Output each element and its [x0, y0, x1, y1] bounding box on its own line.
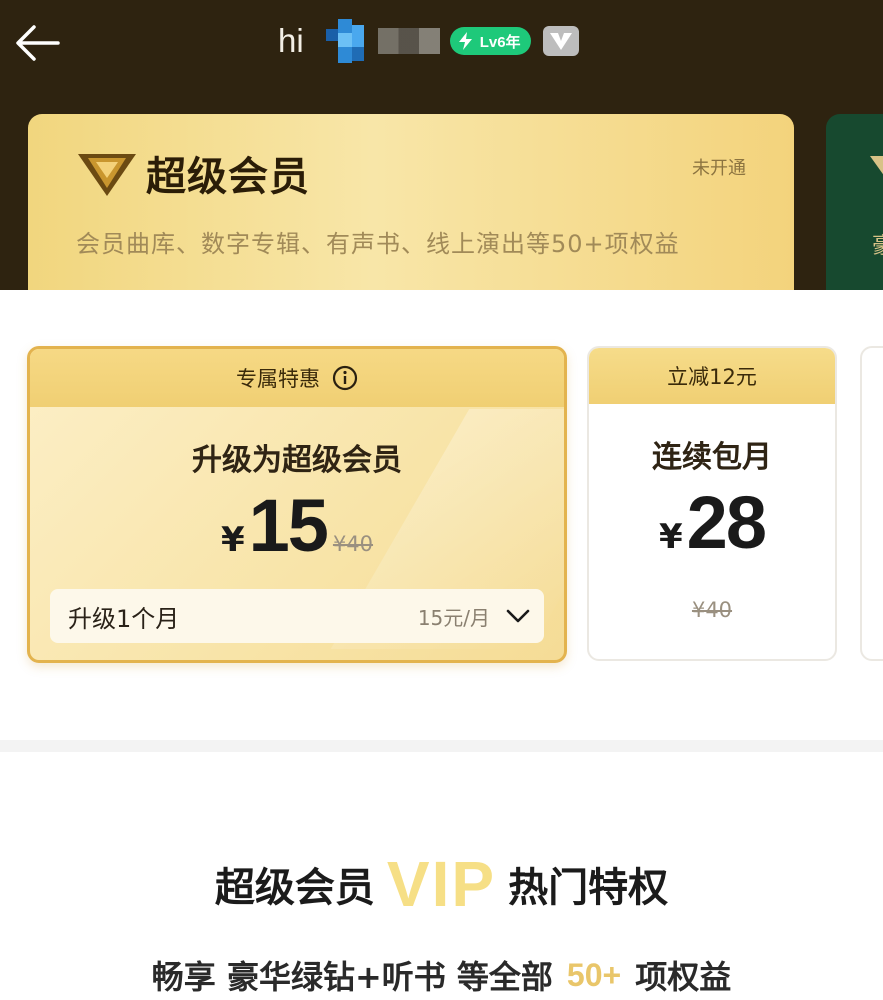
plan-ribbon: 专属特惠	[30, 349, 564, 407]
privileges-title: 超级会员 VIP 热门特权	[0, 852, 883, 916]
level-badge[interactable]: Lv6年	[449, 27, 531, 55]
plan-card-upgrade[interactable]: 专属特惠 升级为超级会员 ¥ 15 ¥40 升级1个月 15元/月	[27, 346, 567, 663]
vip-card-description: 会员曲库、数字专辑、有声书、线上演出等50+项权益	[76, 230, 680, 258]
info-icon[interactable]	[332, 365, 358, 391]
plan-price: 15	[248, 484, 329, 567]
card-logo-icon	[870, 156, 883, 175]
privileges-subtitle: 畅享 豪华绿钻+听书 等全部 50+ 项权益	[0, 952, 883, 998]
duration-select[interactable]: 升级1个月 15元/月	[50, 589, 544, 643]
ribbon-label: 立减12元	[667, 365, 757, 389]
vip-status: 未开通	[692, 158, 746, 179]
privileges-title-left: 超级会员	[214, 865, 375, 911]
plan-price: 28	[686, 481, 767, 564]
original-price: ¥40	[332, 532, 374, 556]
avatar[interactable]	[325, 19, 370, 63]
privileges-title-vip: VIP	[386, 848, 497, 920]
vip-card-title: 超级会员	[146, 154, 310, 200]
ribbon-label: 专属特惠	[236, 367, 320, 391]
plan-card-next[interactable]	[860, 346, 883, 661]
plan-ribbon: 立减12元	[589, 348, 835, 404]
chevron-down-icon	[506, 609, 530, 623]
currency-symbol: ¥	[220, 520, 245, 560]
level-text: Lv6年	[479, 33, 521, 51]
monthly-rate: 15元/月	[417, 605, 490, 630]
duration-label: 升级1个月	[68, 604, 180, 633]
back-button[interactable]	[12, 18, 62, 68]
bolt-icon	[458, 32, 472, 50]
next-vip-card[interactable]: 豪	[826, 114, 883, 290]
crown-v-icon	[78, 154, 136, 196]
privileges-subtitle-right: 项权益	[635, 958, 732, 996]
user-info[interactable]: hi Lv6年	[278, 18, 579, 64]
section-divider	[0, 740, 883, 752]
plan-title: 升级为超级会员	[192, 443, 402, 478]
plan-card-monthly[interactable]: 立减12元 连续包月 ¥ 28 ¥40	[587, 346, 837, 661]
vip-v-badge[interactable]	[542, 26, 579, 56]
header: hi Lv6年 超级会员 未开通 会员曲库、数字专辑、有声书、线上演出等50+项…	[0, 0, 883, 290]
privileges-subtitle-left: 畅享 豪华绿钻+听书 等全部	[151, 958, 553, 996]
next-card-peek-text: 豪	[872, 228, 883, 260]
vip-v-icon	[549, 33, 572, 50]
plan-title: 连续包月	[652, 440, 772, 475]
privileges-count: 50+	[566, 956, 622, 993]
currency-symbol: ¥	[659, 517, 683, 557]
super-vip-card[interactable]: 超级会员 未开通 会员曲库、数字专辑、有声书、线上演出等50+项权益	[28, 114, 794, 290]
back-arrow-icon	[16, 25, 60, 61]
username-blurred	[377, 28, 440, 54]
greeting: hi	[278, 22, 304, 59]
privileges-title-right: 热门特权	[508, 865, 669, 911]
price-row: ¥ 15 ¥40	[30, 483, 564, 568]
original-price: ¥40	[691, 598, 733, 622]
price-row: ¥ 28	[589, 480, 835, 565]
